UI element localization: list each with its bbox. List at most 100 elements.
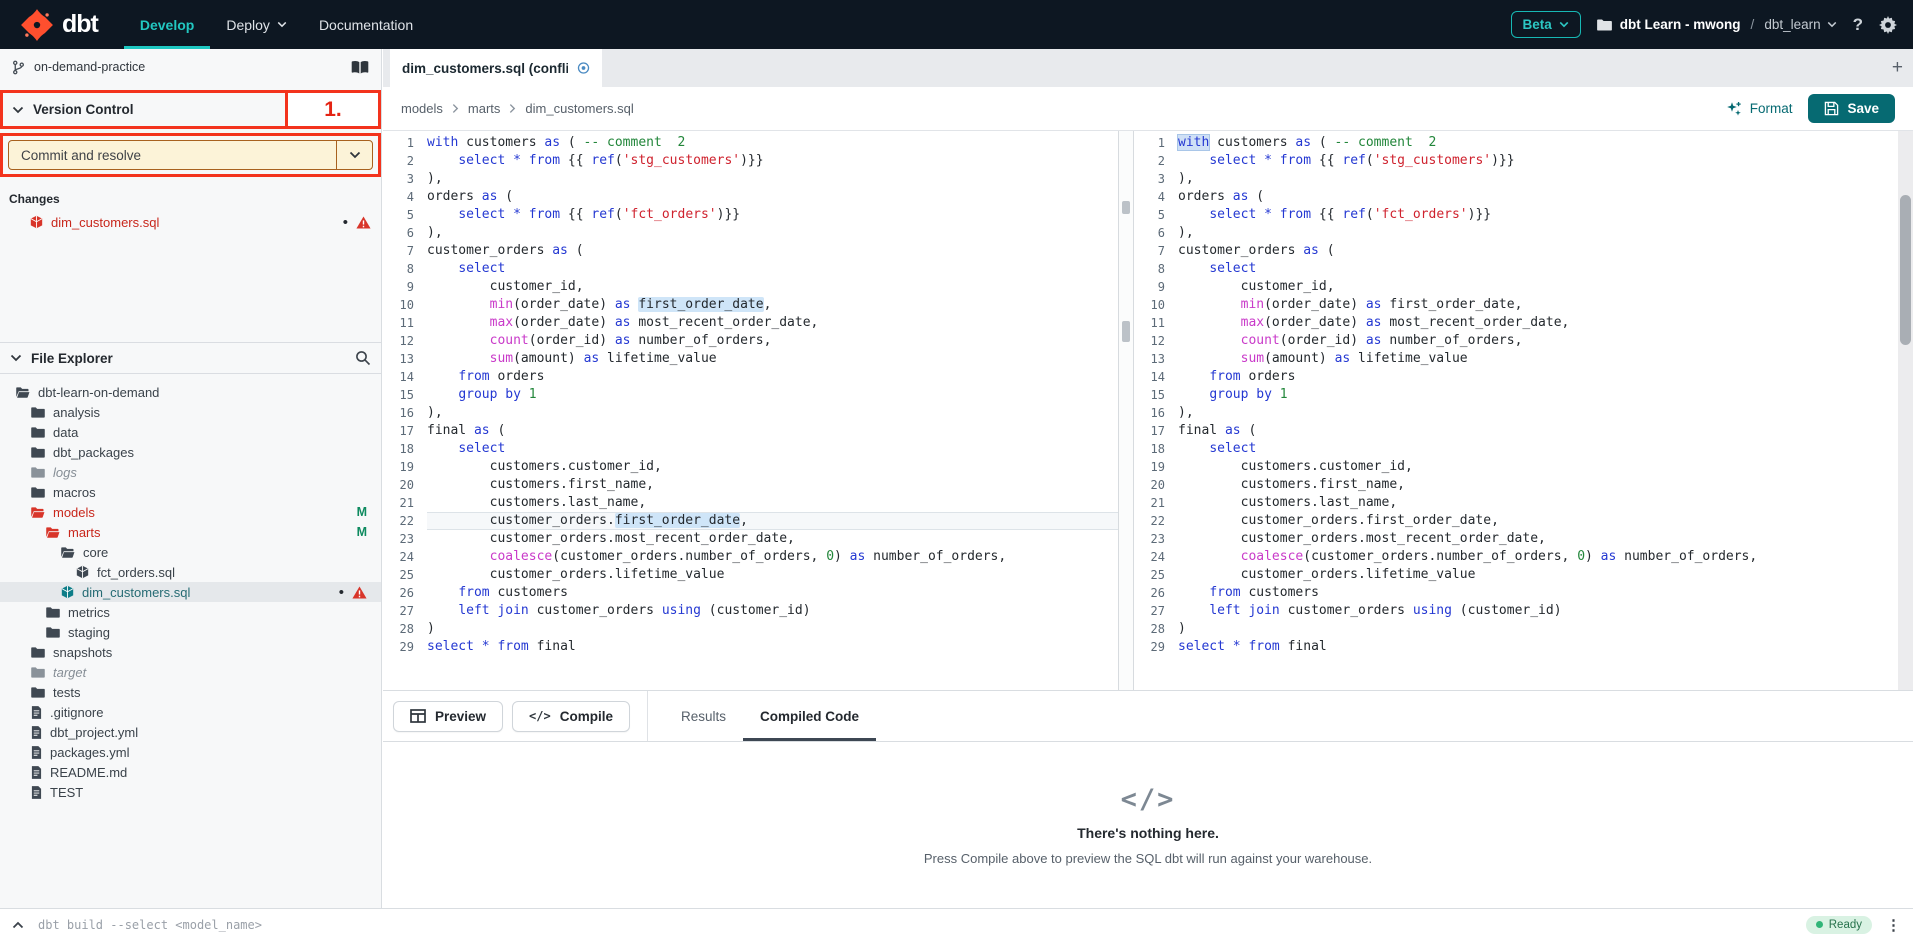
code-line[interactable]: 10 min(order_date) as first_order_date, xyxy=(383,296,1118,314)
code-line[interactable]: 18 select xyxy=(383,440,1118,458)
code-line[interactable]: 14 from orders xyxy=(383,368,1118,386)
search-icon[interactable] xyxy=(355,350,371,366)
code-line[interactable]: 13 sum(amount) as lifetime_value xyxy=(383,350,1118,368)
account-switcher[interactable]: dbt Learn - mwong / dbt_learn xyxy=(1597,17,1837,32)
code-line[interactable]: 12 count(order_id) as number_of_orders, xyxy=(383,332,1118,350)
docs-book-icon[interactable] xyxy=(351,60,369,75)
code-line[interactable]: 25 customer_orders.lifetime_value xyxy=(1134,566,1898,584)
code-line[interactable]: 17final as ( xyxy=(383,422,1118,440)
breadcrumb-models[interactable]: models xyxy=(401,101,443,116)
code-line[interactable]: 28) xyxy=(1134,620,1898,638)
pane-splitter[interactable] xyxy=(1118,131,1134,690)
nav-documentation[interactable]: Documentation xyxy=(303,0,429,49)
code-line[interactable]: 11 max(order_date) as most_recent_order_… xyxy=(1134,314,1898,332)
splitter-thumb[interactable] xyxy=(1122,321,1130,342)
tree-item-target[interactable]: target xyxy=(0,662,381,682)
code-line[interactable]: 27 left join customer_orders using (cust… xyxy=(383,602,1118,620)
tree-item-macros[interactable]: macros xyxy=(0,482,381,502)
code-line[interactable]: 29select * from final xyxy=(383,638,1118,656)
code-line[interactable]: 3), xyxy=(1134,170,1898,188)
project-dropdown[interactable]: dbt_learn xyxy=(1764,17,1836,32)
code-line[interactable]: 21 customers.last_name, xyxy=(1134,494,1898,512)
nav-develop[interactable]: Develop xyxy=(124,0,210,49)
code-line[interactable]: 23 customer_orders.most_recent_order_dat… xyxy=(1134,530,1898,548)
code-line[interactable]: 1with customers as ( -- comment 2 xyxy=(1134,134,1898,152)
code-line[interactable]: 16), xyxy=(383,404,1118,422)
code-line[interactable]: 25 customer_orders.lifetime_value xyxy=(383,566,1118,584)
code-line[interactable]: 20 customers.first_name, xyxy=(1134,476,1898,494)
code-line[interactable]: 2 select * from {{ ref('stg_customers')}… xyxy=(1134,152,1898,170)
nav-deploy[interactable]: Deploy xyxy=(210,0,303,49)
command-input[interactable]: dbt build --select <model_name> xyxy=(38,918,1792,932)
file-explorer-header[interactable]: File Explorer xyxy=(0,342,381,374)
code-line[interactable]: 9 customer_id, xyxy=(1134,278,1898,296)
code-line[interactable]: 21 customers.last_name, xyxy=(383,494,1118,512)
tree-item-dbt-learn-on-demand[interactable]: dbt-learn-on-demand xyxy=(0,382,381,402)
code-line[interactable]: 12 count(order_id) as number_of_orders, xyxy=(1134,332,1898,350)
code-line[interactable]: 11 max(order_date) as most_recent_order_… xyxy=(383,314,1118,332)
code-line[interactable]: 17final as ( xyxy=(1134,422,1898,440)
code-line[interactable]: 20 customers.first_name, xyxy=(383,476,1118,494)
code-line[interactable]: 5 select * from {{ ref('fct_orders')}} xyxy=(1134,206,1898,224)
tree-item-dbt_project.yml[interactable]: dbt_project.yml xyxy=(0,722,381,742)
breadcrumb-marts[interactable]: marts xyxy=(468,101,501,116)
tree-item-.gitignore[interactable]: .gitignore xyxy=(0,702,381,722)
code-line[interactable]: 26 from customers xyxy=(1134,584,1898,602)
tree-item-metrics[interactable]: metrics xyxy=(0,602,381,622)
help-icon[interactable]: ? xyxy=(1853,15,1863,35)
scrollbar-thumb[interactable] xyxy=(1900,195,1911,345)
code-line[interactable]: 14 from orders xyxy=(1134,368,1898,386)
code-line[interactable]: 18 select xyxy=(1134,440,1898,458)
tree-item-marts[interactable]: martsM xyxy=(0,522,381,542)
code-line[interactable]: 9 customer_id, xyxy=(383,278,1118,296)
commit-and-resolve-button[interactable]: Commit and resolve xyxy=(8,140,373,170)
tree-item-core[interactable]: core xyxy=(0,542,381,562)
save-button[interactable]: Save xyxy=(1808,94,1895,123)
settings-gear-icon[interactable] xyxy=(1879,16,1897,34)
tree-item-TEST[interactable]: TEST xyxy=(0,782,381,802)
kebab-menu-icon[interactable]: ⋮ xyxy=(1886,916,1901,934)
new-tab-plus-icon[interactable]: + xyxy=(1892,57,1903,79)
code-line[interactable]: 23 customer_orders.most_recent_order_dat… xyxy=(383,530,1118,548)
changed-file-dim_customers.sql[interactable]: dim_customers.sql• xyxy=(0,210,381,234)
code-line[interactable]: 10 min(order_date) as first_order_date, xyxy=(1134,296,1898,314)
tree-item-README.md[interactable]: README.md xyxy=(0,762,381,782)
tree-item-snapshots[interactable]: snapshots xyxy=(0,642,381,662)
code-line[interactable]: 3), xyxy=(383,170,1118,188)
code-line[interactable]: 15 group by 1 xyxy=(1134,386,1898,404)
code-line[interactable]: 8 select xyxy=(1134,260,1898,278)
code-line[interactable]: 4orders as ( xyxy=(383,188,1118,206)
code-line[interactable]: 24 coalesce(customer_orders.number_of_or… xyxy=(383,548,1118,566)
tree-item-data[interactable]: data xyxy=(0,422,381,442)
code-line[interactable]: 16), xyxy=(1134,404,1898,422)
tree-item-analysis[interactable]: analysis xyxy=(0,402,381,422)
code-line[interactable]: 2 select * from {{ ref('stg_customers')}… xyxy=(383,152,1118,170)
tree-item-models[interactable]: modelsM xyxy=(0,502,381,522)
splitter-thumb[interactable] xyxy=(1122,201,1130,214)
code-line[interactable]: 4orders as ( xyxy=(1134,188,1898,206)
tree-item-fct_orders.sql[interactable]: fct_orders.sql xyxy=(0,562,381,582)
commit-options-dropdown[interactable] xyxy=(336,141,372,169)
tree-item-tests[interactable]: tests xyxy=(0,682,381,702)
code-line[interactable]: 6), xyxy=(1134,224,1898,242)
code-line[interactable]: 24 coalesce(customer_orders.number_of_or… xyxy=(1134,548,1898,566)
code-line[interactable]: 22 customer_orders.first_order_date, xyxy=(383,512,1118,530)
tree-item-dim_customers.sql[interactable]: dim_customers.sql• xyxy=(0,582,381,602)
code-line[interactable]: 7customer_orders as ( xyxy=(383,242,1118,260)
code-line[interactable]: 28) xyxy=(383,620,1118,638)
code-line[interactable]: 19 customers.customer_id, xyxy=(1134,458,1898,476)
code-line[interactable]: 29select * from final xyxy=(1134,638,1898,656)
tab-dim-customers[interactable]: dim_customers.sql (confli... xyxy=(390,49,602,87)
beta-dropdown[interactable]: Beta xyxy=(1511,11,1581,38)
code-line[interactable]: 5 select * from {{ ref('fct_orders')}} xyxy=(383,206,1118,224)
preview-button[interactable]: Preview xyxy=(393,701,503,732)
code-line[interactable]: 13 sum(amount) as lifetime_value xyxy=(1134,350,1898,368)
tab-results[interactable]: Results xyxy=(664,691,743,741)
code-line[interactable]: 7customer_orders as ( xyxy=(1134,242,1898,260)
tab-compiled-code[interactable]: Compiled Code xyxy=(743,691,876,741)
code-line[interactable]: 1with customers as ( -- comment 2 xyxy=(383,134,1118,152)
compile-button[interactable]: </> Compile xyxy=(512,701,630,732)
dbt-logo[interactable]: dbt xyxy=(0,0,124,49)
code-line[interactable]: 22 customer_orders.first_order_date, xyxy=(1134,512,1898,530)
format-button[interactable]: Format xyxy=(1726,101,1793,117)
